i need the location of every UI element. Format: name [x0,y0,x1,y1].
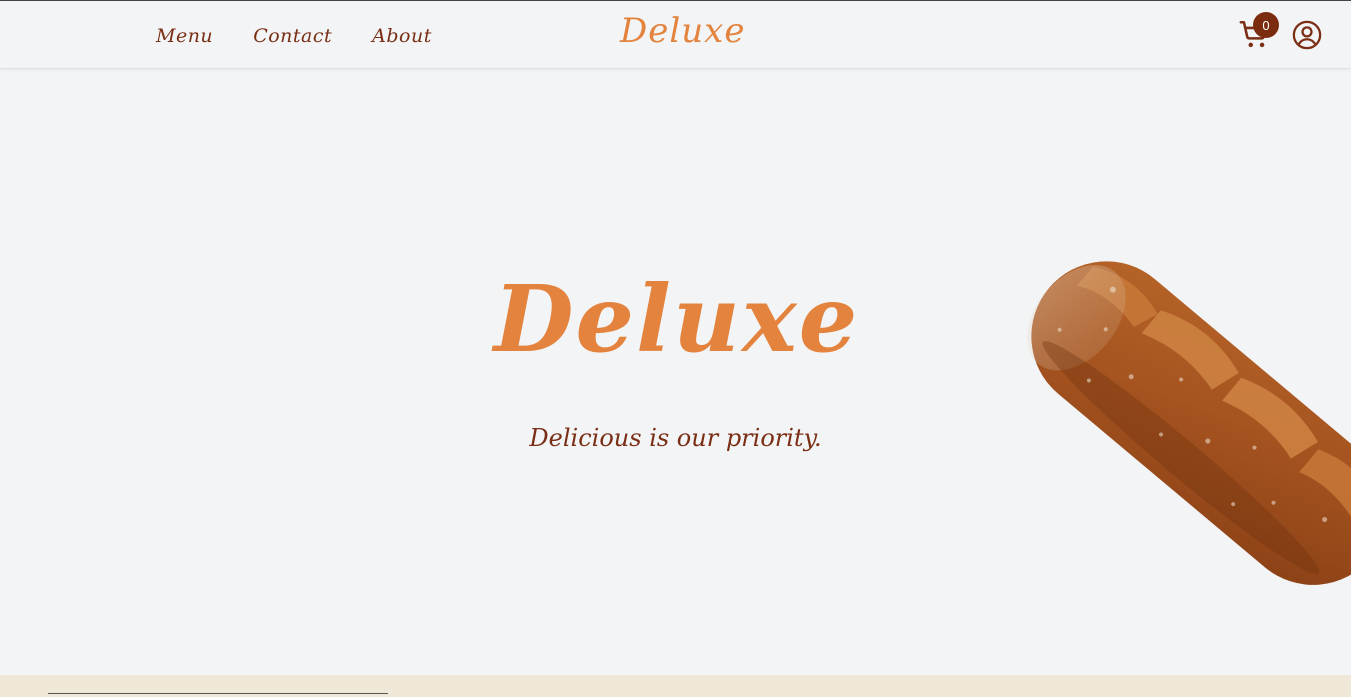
brand-logo[interactable]: Deluxe [620,11,745,51]
cart-count-badge: 0 [1253,12,1279,38]
footer-divider [48,693,388,694]
user-account-button[interactable] [1292,20,1322,50]
user-circle-icon [1292,20,1322,50]
nav-link-about[interactable]: About [372,25,432,47]
nav-link-contact[interactable]: Contact [253,25,332,47]
nav-links: Menu Contact About [156,25,432,47]
nav-link-menu[interactable]: Menu [156,25,213,47]
baguette-image [1027,261,1351,585]
navbar: Menu Contact About Deluxe [0,1,1351,69]
